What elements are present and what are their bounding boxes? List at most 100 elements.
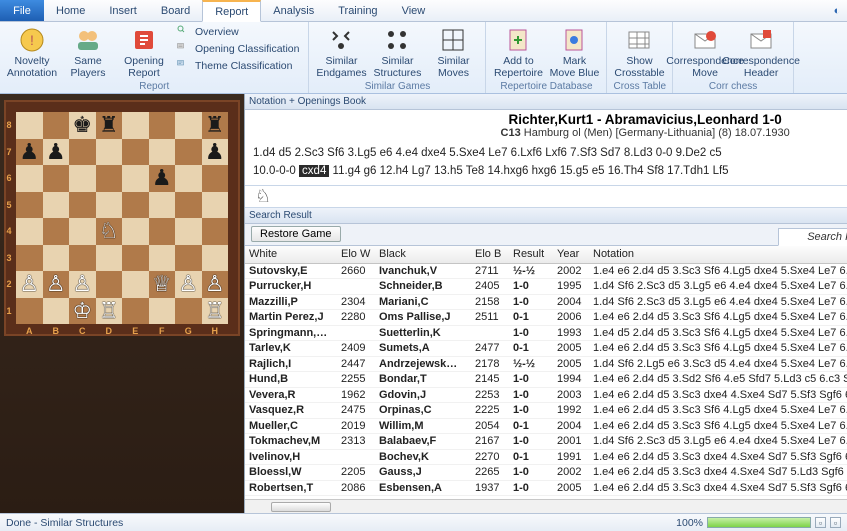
square-h1[interactable]: ♖ bbox=[202, 298, 229, 325]
square-a2[interactable]: ♙ bbox=[16, 271, 43, 298]
square-f5[interactable] bbox=[149, 192, 176, 219]
square-e7[interactable] bbox=[122, 139, 149, 166]
square-d4[interactable]: ♘ bbox=[96, 218, 123, 245]
menu-tab-board[interactable]: Board bbox=[149, 0, 202, 21]
table-row[interactable]: Robertsen,T2086Esbensen,A19371-020051.e4… bbox=[245, 481, 847, 497]
square-b4[interactable] bbox=[43, 218, 70, 245]
square-f2[interactable]: ♕ bbox=[149, 271, 176, 298]
square-c1[interactable]: ♔ bbox=[69, 298, 96, 325]
similar-moves-button[interactable]: SimilarMoves bbox=[427, 24, 479, 81]
table-row[interactable]: Bloessl,W2205Gauss,J22651-020021.e4 e6 2… bbox=[245, 465, 847, 481]
square-e6[interactable] bbox=[122, 165, 149, 192]
table-row[interactable]: Martin Perez,J2280Oms Pallise,J25110-120… bbox=[245, 310, 847, 326]
square-b7[interactable]: ♟ bbox=[43, 139, 70, 166]
table-row[interactable]: Hund,B2255Bondar,T21451-019941.e4 e6 2.d… bbox=[245, 372, 847, 388]
square-c5[interactable] bbox=[69, 192, 96, 219]
table-row[interactable]: Mazzilli,P2304Mariani,C21581-020041.d4 S… bbox=[245, 295, 847, 311]
square-d1[interactable]: ♖ bbox=[96, 298, 123, 325]
square-e4[interactable] bbox=[122, 218, 149, 245]
column-header-notation[interactable]: Notation bbox=[589, 248, 847, 260]
menu-tab-report[interactable]: Report bbox=[202, 0, 261, 22]
table-row[interactable]: Vevera,R1962Gdovin,J22531-020031.e4 e6 2… bbox=[245, 388, 847, 404]
file-menu[interactable]: File bbox=[0, 0, 44, 21]
column-header-result[interactable]: Result bbox=[509, 248, 553, 260]
table-row[interactable]: Ivelinov,HBochev,K22700-119911.e4 e6 2.d… bbox=[245, 450, 847, 466]
square-g1[interactable] bbox=[175, 298, 202, 325]
square-d2[interactable] bbox=[96, 271, 123, 298]
menu-tab-training[interactable]: Training bbox=[326, 0, 389, 21]
square-c7[interactable] bbox=[69, 139, 96, 166]
square-g6[interactable] bbox=[175, 165, 202, 192]
column-header-elo-w[interactable]: Elo W bbox=[337, 248, 375, 260]
correspondence-header-button[interactable]: CorrespondenceHeader bbox=[735, 24, 787, 81]
square-h7[interactable]: ♟ bbox=[202, 139, 229, 166]
table-row[interactable]: Vasquez,R2475Orpinas,C22251-019921.e4 e6… bbox=[245, 403, 847, 419]
horizontal-scrollbar[interactable] bbox=[245, 499, 847, 513]
square-h8[interactable]: ♜ bbox=[202, 112, 229, 139]
square-f8[interactable] bbox=[149, 112, 176, 139]
square-a1[interactable] bbox=[16, 298, 43, 325]
table-row[interactable]: Springmann,…Suetterlin,K1-019931.e4 d5 2… bbox=[245, 326, 847, 342]
overview-button[interactable]: Overview bbox=[174, 24, 302, 40]
square-a3[interactable] bbox=[16, 245, 43, 272]
square-c3[interactable] bbox=[69, 245, 96, 272]
table-row[interactable]: Tarlev,K2409Sumets,A24770-120051.e4 e6 2… bbox=[245, 341, 847, 357]
menu-tab-analysis[interactable]: Analysis bbox=[261, 0, 326, 21]
square-b6[interactable] bbox=[43, 165, 70, 192]
square-a7[interactable]: ♟ bbox=[16, 139, 43, 166]
square-f3[interactable] bbox=[149, 245, 176, 272]
square-h4[interactable] bbox=[202, 218, 229, 245]
help-icon[interactable]: ◐ bbox=[827, 0, 847, 21]
status-button-2[interactable]: ▫ bbox=[830, 517, 841, 528]
status-button-1[interactable]: ▫ bbox=[815, 517, 826, 528]
square-b5[interactable] bbox=[43, 192, 70, 219]
square-c6[interactable] bbox=[69, 165, 96, 192]
square-g4[interactable] bbox=[175, 218, 202, 245]
scroll-thumb[interactable] bbox=[271, 502, 331, 512]
square-a8[interactable] bbox=[16, 112, 43, 139]
show-crosstable-button[interactable]: ShowCrosstable bbox=[613, 24, 665, 81]
menu-tab-view[interactable]: View bbox=[390, 0, 438, 21]
square-h3[interactable] bbox=[202, 245, 229, 272]
add-to-repertoire-button[interactable]: Add toRepertoire bbox=[492, 24, 544, 81]
square-c8[interactable]: ♚ bbox=[69, 112, 96, 139]
square-b3[interactable] bbox=[43, 245, 70, 272]
square-e1[interactable] bbox=[122, 298, 149, 325]
square-e3[interactable] bbox=[122, 245, 149, 272]
square-e2[interactable] bbox=[122, 271, 149, 298]
search-result-tab[interactable]: Search Result bbox=[778, 228, 847, 246]
square-e5[interactable] bbox=[122, 192, 149, 219]
square-c2[interactable]: ♙ bbox=[69, 271, 96, 298]
square-h5[interactable] bbox=[202, 192, 229, 219]
square-b2[interactable]: ♙ bbox=[43, 271, 70, 298]
mark-move-blue-button[interactable]: MarkMove Blue bbox=[548, 24, 600, 81]
current-move[interactable]: cxd4 bbox=[299, 165, 329, 177]
square-g7[interactable] bbox=[175, 139, 202, 166]
table-row[interactable]: Rajlich,I2447Andrzejewsk…2178½-½20051.d4… bbox=[245, 357, 847, 373]
same-players-button[interactable]: SamePlayers bbox=[62, 24, 114, 81]
column-header-black[interactable]: Black bbox=[375, 248, 471, 260]
grid-body[interactable]: Sutovsky,E2660Ivanchuk,V2711½-½20021.e4 … bbox=[245, 264, 847, 499]
square-h2[interactable]: ♙ bbox=[202, 271, 229, 298]
theme-classification-button[interactable]: Theme Classification bbox=[174, 58, 302, 74]
notation-text[interactable]: 1.d4 d5 2.Sc3 Sf6 3.Lg5 e6 4.e4 dxe4 5.S… bbox=[245, 141, 847, 186]
square-a5[interactable] bbox=[16, 192, 43, 219]
column-header-elo-b[interactable]: Elo B bbox=[471, 248, 509, 260]
square-b8[interactable] bbox=[43, 112, 70, 139]
restore-game-button[interactable]: Restore Game bbox=[251, 226, 341, 242]
square-g3[interactable] bbox=[175, 245, 202, 272]
square-c4[interactable] bbox=[69, 218, 96, 245]
menu-tab-home[interactable]: Home bbox=[44, 0, 97, 21]
square-f4[interactable] bbox=[149, 218, 176, 245]
square-g5[interactable] bbox=[175, 192, 202, 219]
table-row[interactable]: Mueller,C2019Willim,M20540-120041.e4 e6 … bbox=[245, 419, 847, 435]
square-a4[interactable] bbox=[16, 218, 43, 245]
square-f1[interactable] bbox=[149, 298, 176, 325]
table-row[interactable]: Tokmachev,M2313Balabaev,F21671-020011.d4… bbox=[245, 434, 847, 450]
opening-classification-button[interactable]: Opening Classification bbox=[174, 41, 302, 57]
correspondence-move-button[interactable]: CorrespondenceMove bbox=[679, 24, 731, 81]
menu-tab-insert[interactable]: Insert bbox=[97, 0, 149, 21]
square-d7[interactable] bbox=[96, 139, 123, 166]
square-g2[interactable]: ♙ bbox=[175, 271, 202, 298]
square-e8[interactable] bbox=[122, 112, 149, 139]
